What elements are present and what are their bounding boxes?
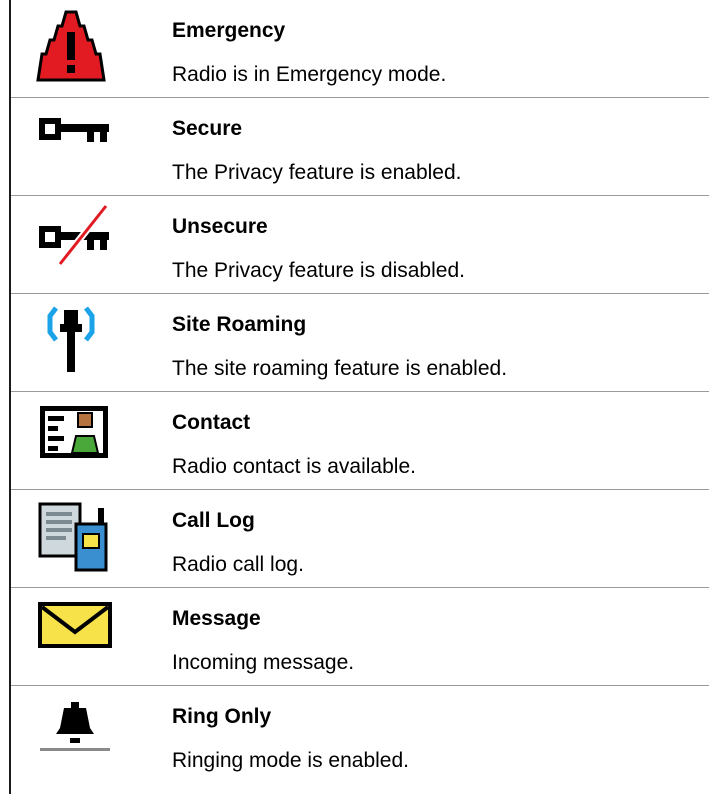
- entry-description: Incoming message.: [172, 651, 355, 674]
- legend-row-emergency: Emergency Radio is in Emergency mode.: [11, 0, 709, 98]
- icon-cell: [11, 392, 161, 490]
- icon-cell: [11, 588, 161, 686]
- entry-title: Call Log: [172, 509, 255, 532]
- entry-title: Unsecure: [172, 215, 268, 238]
- legend-row-ring-only: Ring Only Ringing mode is enabled.: [11, 686, 709, 784]
- icon-cell: [11, 686, 161, 784]
- entry-title: Message: [172, 607, 261, 630]
- legend-row-contact: Contact Radio contact is available.: [11, 392, 709, 490]
- site-roaming-icon: [47, 306, 95, 372]
- legend-row-site-roaming: Site Roaming The site roaming feature is…: [11, 294, 709, 392]
- envelope-icon: [38, 602, 112, 648]
- icon-legend-table: Emergency Radio is in Emergency mode. Se…: [11, 0, 709, 784]
- entry-description: The site roaming feature is enabled.: [172, 357, 508, 380]
- bell-icon: [40, 702, 110, 751]
- icon-cell: [11, 0, 161, 98]
- legend-row-call-log: Call Log Radio call log.: [11, 490, 709, 588]
- icon-cell: [11, 294, 161, 392]
- contact-card-icon: [40, 406, 108, 458]
- entry-description: Ringing mode is enabled.: [172, 749, 409, 772]
- legend-row-message: Message Incoming message.: [11, 588, 709, 686]
- entry-description: Radio contact is available.: [172, 455, 416, 478]
- entry-title: Ring Only: [172, 705, 272, 728]
- emergency-icon: [36, 10, 106, 82]
- entry-description: The Privacy feature is enabled.: [172, 161, 462, 184]
- icon-cell: [11, 490, 161, 588]
- call-log-icon: [38, 502, 108, 572]
- secure-key-icon: [39, 118, 109, 142]
- entry-title: Contact: [172, 411, 251, 434]
- entry-title: Site Roaming: [172, 313, 307, 336]
- entry-title: Emergency: [172, 19, 286, 42]
- entry-description: Radio call log.: [172, 553, 304, 576]
- legend-row-secure: Secure The Privacy feature is enabled.: [11, 98, 709, 196]
- entry-title: Secure: [172, 117, 243, 140]
- unsecure-key-icon: [39, 204, 109, 267]
- icon-cell: [11, 196, 161, 294]
- icon-cell: [11, 98, 161, 196]
- legend-row-unsecure: Unsecure The Privacy feature is disabled…: [11, 196, 709, 294]
- entry-description: Radio is in Emergency mode.: [172, 63, 447, 86]
- entry-description: The Privacy feature is disabled.: [172, 259, 465, 282]
- icon-legend-page: Emergency Radio is in Emergency mode. Se…: [0, 0, 709, 794]
